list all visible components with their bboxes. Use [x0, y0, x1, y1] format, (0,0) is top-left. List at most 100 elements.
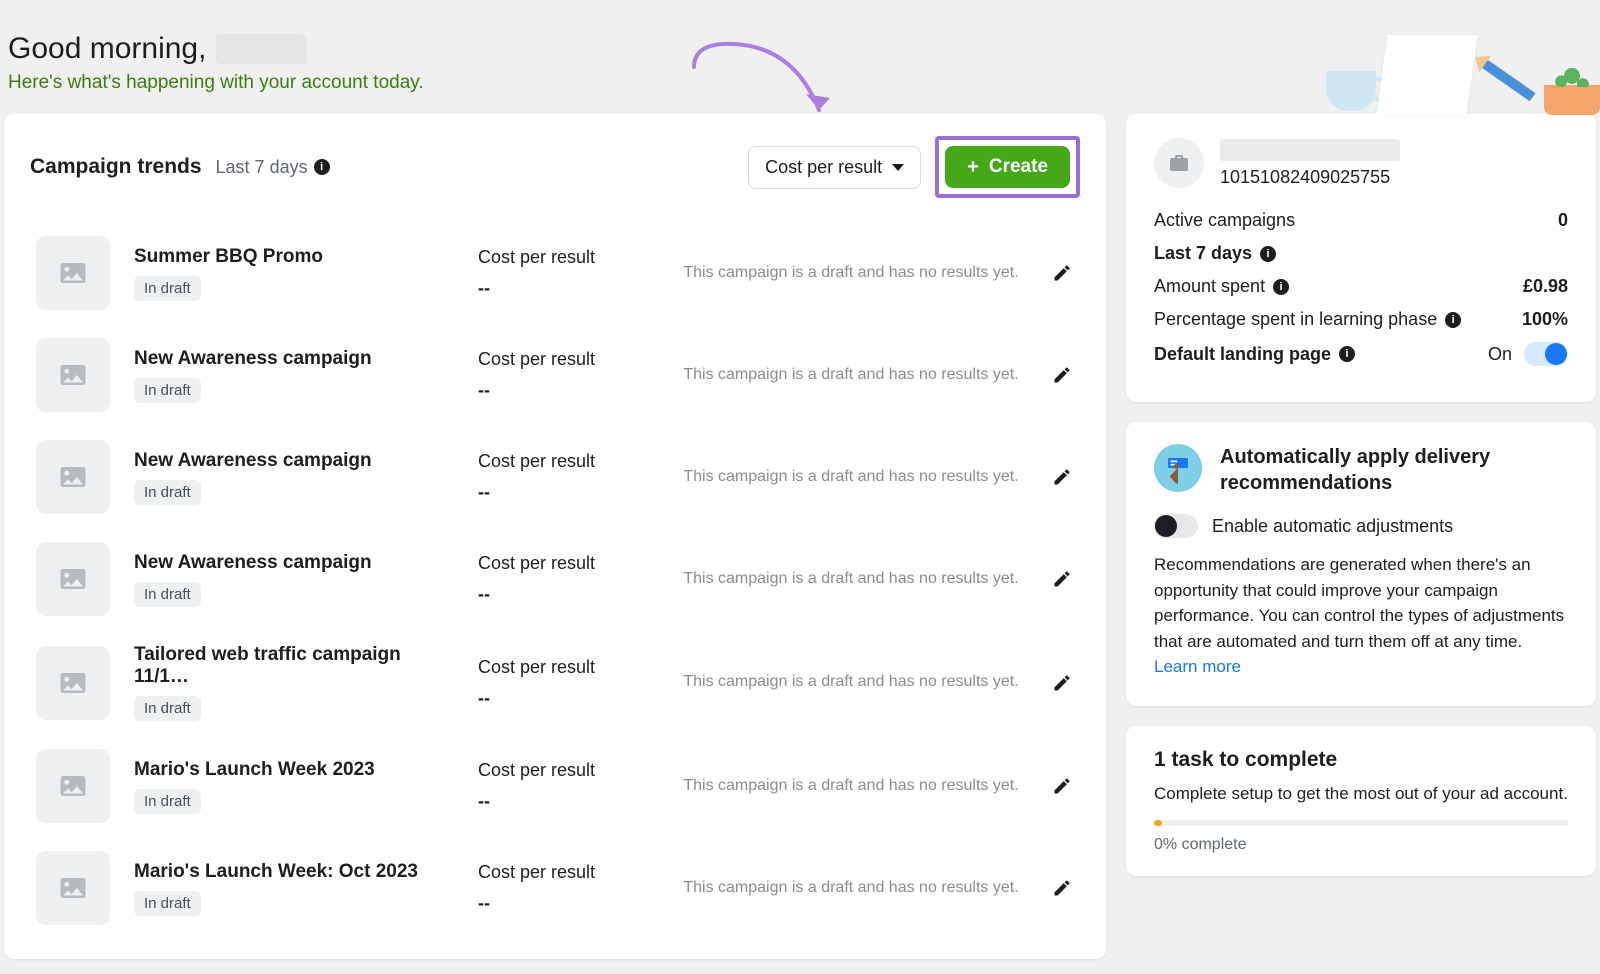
auto-adjust-label: Enable automatic adjustments [1212, 516, 1453, 537]
page-header: Good morning, Here's what's happening wi… [0, 0, 1600, 114]
pencil-icon [1052, 878, 1072, 898]
chevron-down-icon [892, 164, 904, 171]
status-badge: In draft [134, 696, 201, 721]
edit-button[interactable] [1044, 665, 1080, 701]
tasks-progress-fill [1154, 820, 1162, 826]
image-placeholder-icon [36, 542, 110, 616]
edit-button[interactable] [1044, 459, 1080, 495]
metric-label: Cost per result [478, 349, 658, 370]
metric-value: -- [478, 688, 658, 709]
status-badge: In draft [134, 480, 201, 505]
metric-value: -- [478, 380, 658, 401]
pencil-icon [1052, 263, 1072, 283]
learn-more-link[interactable]: Learn more [1154, 657, 1241, 676]
edit-button[interactable] [1044, 870, 1080, 906]
metric-label: Cost per result [478, 862, 658, 883]
account-name-redacted [1220, 139, 1400, 161]
status-badge: In draft [134, 582, 201, 607]
pencil-icon [1052, 467, 1072, 487]
plant-icon [1544, 85, 1600, 115]
metric-label: Cost per result [478, 657, 658, 678]
campaign-list: Summer BBQ Promo In draft Cost per resul… [4, 216, 1106, 959]
campaign-note: This campaign is a draft and has no resu… [682, 568, 1020, 590]
campaign-row[interactable]: Mario's Launch Week: Oct 2023 In draft C… [36, 837, 1080, 939]
pencil-icon [1052, 365, 1072, 385]
metric-value: -- [478, 893, 658, 914]
greeting-text: Good morning, [8, 32, 206, 66]
image-placeholder-icon [36, 749, 110, 823]
campaign-trends-card: Campaign trends Last 7 days Cost per res… [4, 114, 1106, 959]
campaign-row[interactable]: New Awareness campaign In draft Cost per… [36, 426, 1080, 528]
recommendations-card: Automatically apply delivery recommendat… [1126, 422, 1596, 706]
edit-button[interactable] [1044, 255, 1080, 291]
metric-label: Cost per result [478, 247, 658, 268]
recommendation-icon [1154, 444, 1202, 492]
paper-icon [1376, 35, 1477, 115]
image-placeholder-icon [36, 646, 110, 720]
tasks-progress-label: 0% complete [1154, 836, 1568, 854]
landing-page-toggle[interactable] [1524, 342, 1568, 366]
metric-label: Cost per result [478, 760, 658, 781]
pencil-icon [1052, 673, 1072, 693]
recommendations-title: Automatically apply delivery recommendat… [1220, 444, 1568, 496]
pencil-icon [1052, 569, 1072, 589]
trends-range: Last 7 days [216, 157, 330, 178]
metric-dropdown[interactable]: Cost per result [748, 146, 921, 189]
edit-button[interactable] [1044, 561, 1080, 597]
image-placeholder-icon [36, 338, 110, 412]
metric-value: -- [478, 791, 658, 812]
info-icon[interactable] [1445, 312, 1461, 328]
campaign-name: New Awareness campaign [134, 348, 454, 370]
create-highlight-box: + Create [935, 136, 1080, 198]
campaign-row[interactable]: Mario's Launch Week 2023 In draft Cost p… [36, 735, 1080, 837]
tasks-progress-bar [1154, 820, 1568, 826]
campaign-note: This campaign is a draft and has no resu… [682, 775, 1020, 797]
plus-icon: + [967, 157, 979, 177]
metric-value: -- [478, 584, 658, 605]
campaign-row[interactable]: Summer BBQ Promo In draft Cost per resul… [36, 222, 1080, 324]
info-icon[interactable] [314, 159, 330, 175]
info-icon[interactable] [1339, 346, 1355, 362]
stat-amount-spent: Amount spent £0.98 [1154, 276, 1568, 297]
status-badge: In draft [134, 378, 201, 403]
auto-adjust-toggle[interactable] [1154, 514, 1198, 538]
trends-header: Campaign trends Last 7 days Cost per res… [4, 114, 1106, 216]
campaign-note: This campaign is a draft and has no resu… [682, 671, 1020, 693]
cup-icon [1326, 71, 1376, 111]
campaign-name: New Awareness campaign [134, 552, 454, 574]
campaign-row[interactable]: New Awareness campaign In draft Cost per… [36, 324, 1080, 426]
stat-active-campaigns: Active campaigns 0 [1154, 210, 1568, 231]
tasks-subtitle: Complete setup to get the most out of yo… [1154, 784, 1568, 804]
metric-value: -- [478, 482, 658, 503]
metric-label: Cost per result [478, 553, 658, 574]
edit-button[interactable] [1044, 768, 1080, 804]
campaign-name: Tailored web traffic campaign 11/1… [134, 644, 454, 688]
account-id: 10151082409025755 [1220, 167, 1400, 188]
campaign-note: This campaign is a draft and has no resu… [682, 466, 1020, 488]
image-placeholder-icon [36, 236, 110, 310]
header-illustration [1320, 15, 1600, 115]
info-icon[interactable] [1273, 279, 1289, 295]
info-icon[interactable] [1260, 246, 1276, 262]
campaign-note: This campaign is a draft and has no resu… [682, 262, 1020, 284]
tasks-card: 1 task to complete Complete setup to get… [1126, 726, 1596, 876]
image-placeholder-icon [36, 440, 110, 514]
account-summary-card: 10151082409025755 Active campaigns 0 Las… [1126, 114, 1596, 402]
campaign-name: Mario's Launch Week 2023 [134, 759, 454, 781]
trends-title: Campaign trends [30, 155, 202, 179]
campaign-note: This campaign is a draft and has no resu… [682, 364, 1020, 386]
campaign-name: Summer BBQ Promo [134, 246, 454, 268]
recommendations-description: Recommendations are generated when there… [1154, 552, 1568, 680]
pencil-icon [1481, 59, 1536, 102]
image-placeholder-icon [36, 851, 110, 925]
briefcase-icon [1154, 138, 1204, 188]
pencil-icon [1052, 776, 1072, 796]
campaign-note: This campaign is a draft and has no resu… [682, 877, 1020, 899]
status-badge: In draft [134, 891, 201, 916]
campaign-row[interactable]: Tailored web traffic campaign 11/1… In d… [36, 630, 1080, 735]
create-button[interactable]: + Create [945, 146, 1070, 188]
status-badge: In draft [134, 789, 201, 814]
edit-button[interactable] [1044, 357, 1080, 393]
metric-value: -- [478, 278, 658, 299]
campaign-row[interactable]: New Awareness campaign In draft Cost per… [36, 528, 1080, 630]
